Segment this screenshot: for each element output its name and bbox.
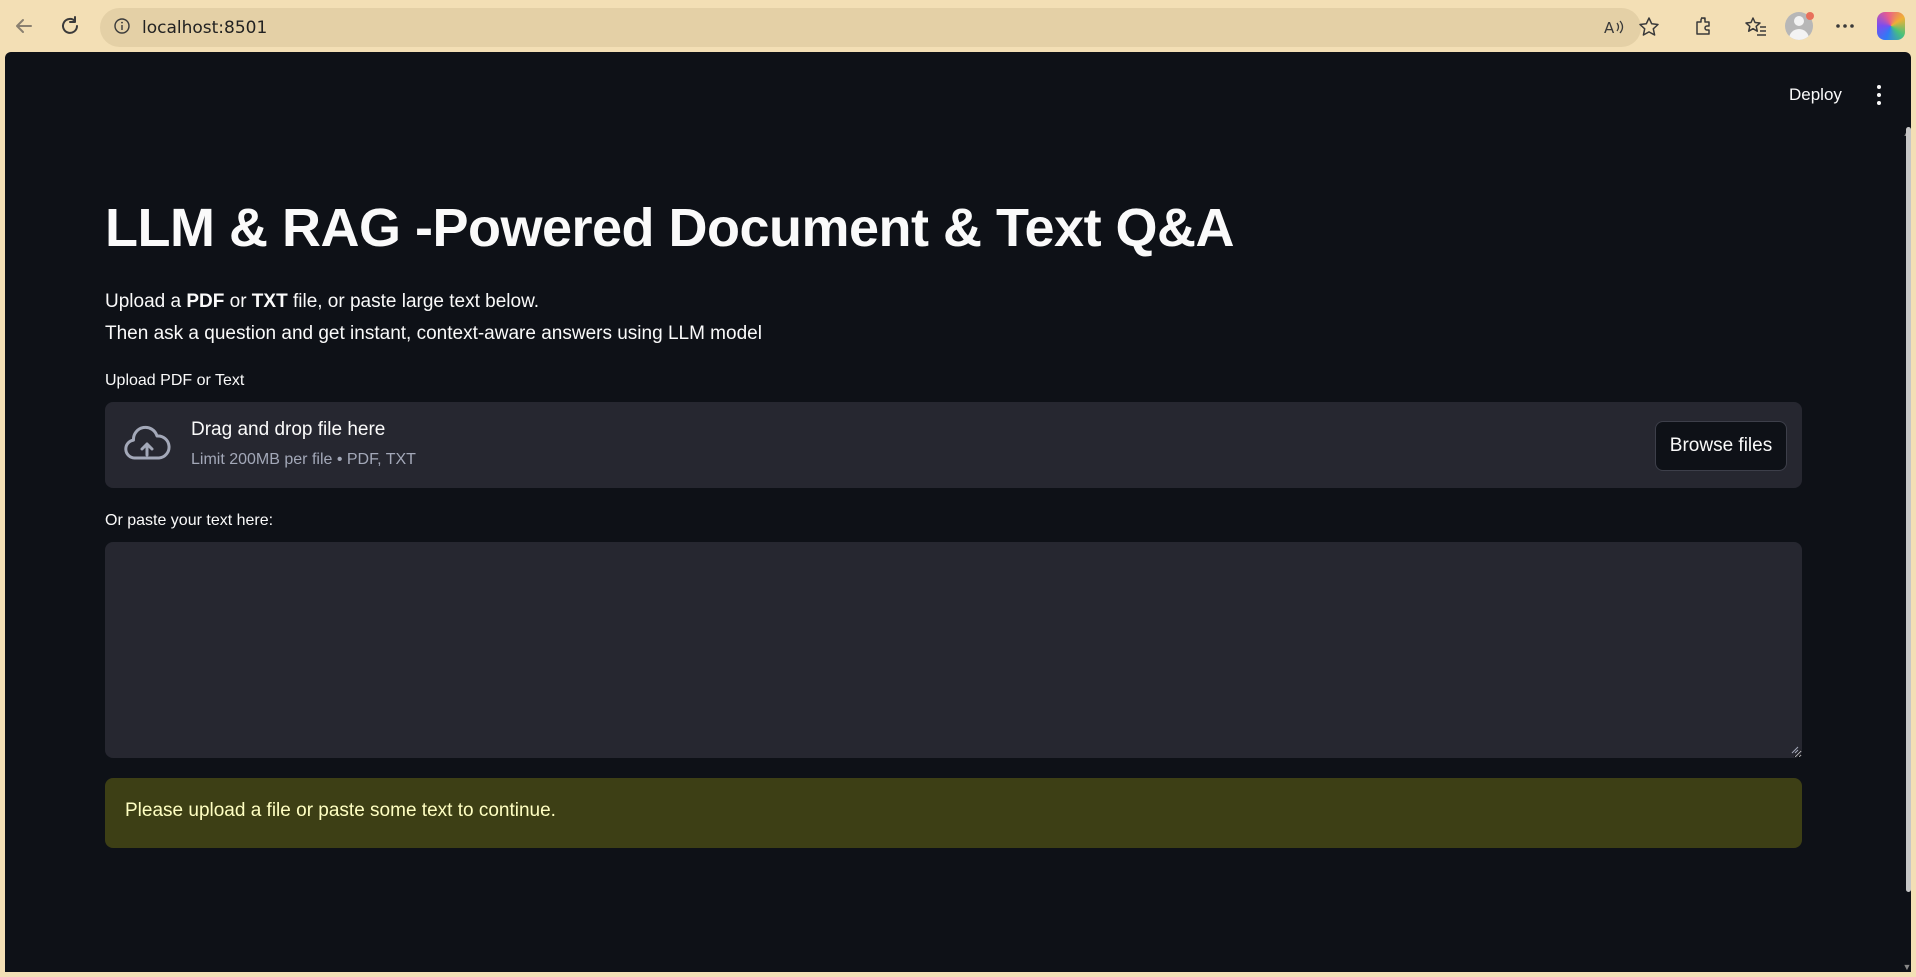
notification-dot [1806,12,1814,20]
warning-alert-text: Please upload a file or paste some text … [125,800,556,821]
browser-toolbar: localhost:8501 A [0,0,1916,52]
copilot-icon[interactable] [1877,12,1905,40]
main-menu-icon[interactable] [1867,78,1891,112]
browse-files-button[interactable]: Browse files [1655,421,1787,471]
url-text[interactable]: localhost:8501 [142,18,267,38]
resize-handle-icon[interactable] [1791,746,1799,754]
favorites-icon[interactable] [1742,12,1770,40]
page-title: LLM & RAG -Powered Document & Text Q&A [105,198,1235,258]
info-icon[interactable] [114,17,130,38]
uploader-label: Upload PDF or Text [105,372,245,389]
more-icon[interactable] [1831,12,1859,40]
favorite-star-icon[interactable] [1634,12,1664,42]
paste-text-label: Or paste your text here: [105,512,274,529]
scrollbar-thumb[interactable] [1906,127,1911,892]
paste-text-area[interactable] [105,542,1802,758]
extensions-icon[interactable] [1690,12,1718,40]
dropzone-limit: Limit 200MB per file • PDF, TXT [191,451,416,468]
warning-alert: Please upload a file or paste some text … [105,778,1802,848]
deploy-button[interactable]: Deploy [1781,78,1850,112]
app-container: Deploy ▲ ▼ LLM & RAG -Powered Document &… [5,52,1911,972]
page-description: Upload a PDF or TXT file, or paste large… [105,286,762,350]
dropzone-instruction: Drag and drop file here [191,419,386,440]
svg-text:A: A [1604,19,1615,37]
refresh-icon[interactable] [56,12,84,40]
description-line-2: Then ask a question and get instant, con… [105,323,762,344]
file-dropzone[interactable]: Drag and drop file here Limit 200MB per … [105,402,1802,488]
read-aloud-icon[interactable]: A [1599,12,1629,42]
back-arrow-icon[interactable] [10,12,38,40]
address-bar[interactable]: localhost:8501 A [100,8,1659,47]
cloud-upload-icon [124,425,171,460]
scroll-down-arrow[interactable]: ▼ [1902,962,1911,972]
description-line-1: Upload a PDF or TXT file, or paste large… [105,291,540,312]
